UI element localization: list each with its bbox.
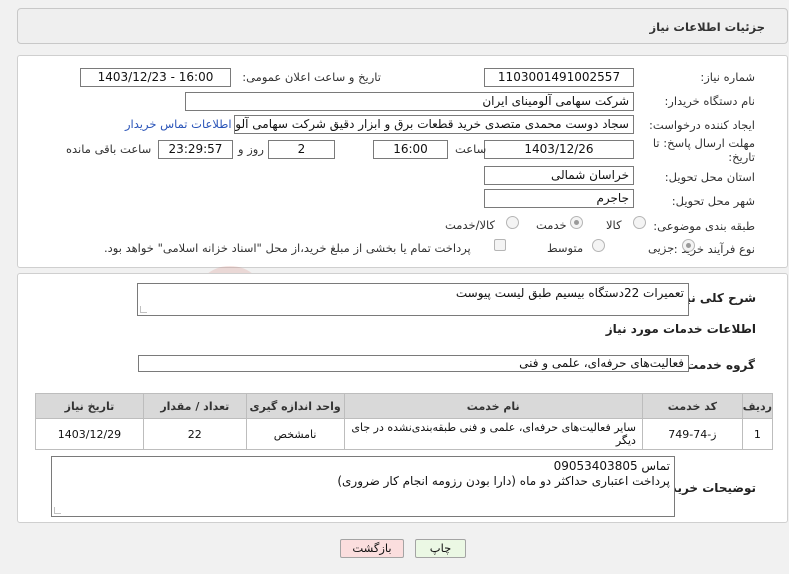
col-header-date: تاریخ نیاز <box>35 393 144 419</box>
service-group-field[interactable]: فعالیت‌های حرفه‌ای، علمی و فنی <box>138 355 689 372</box>
creator-field[interactable]: سجاد دوست محمدی متصدی خرید قطعات برق و ا… <box>234 115 634 134</box>
services-section-title: اطلاعات خدمات مورد نیاز <box>605 322 756 336</box>
col-header-code: کد خدمت <box>641 393 743 419</box>
col-header-unit: واحد اندازه گیری <box>245 393 345 419</box>
deadline-time-label: ساعت <box>455 142 487 156</box>
category-label: طبقه بندی موضوعی: <box>653 219 755 233</box>
deadline-time-field[interactable]: 16:00 <box>373 140 448 159</box>
announce-date-field[interactable]: 1403/12/23 - 16:00 <box>80 68 231 87</box>
need-number-field[interactable]: 1103001491002557 <box>484 68 634 87</box>
creator-label: ایجاد کننده درخواست: <box>649 118 755 132</box>
treasury-checkbox[interactable] <box>494 239 506 251</box>
table-row: 1 ز-74-749 سایر فعالیت‌های حرفه‌ای، علمی… <box>35 418 774 450</box>
cell-unit: نامشخص <box>245 418 345 450</box>
category-option-goods-service: کالا/خدمت <box>445 218 496 232</box>
process-radio-minor[interactable] <box>682 239 695 252</box>
buyer-notes-line2: پرداخت اعتباری حداکثر دو ماه (دارا بودن … <box>337 474 670 488</box>
services-table: ردیف کد خدمت نام خدمت واحد اندازه گیری ت… <box>35 393 774 450</box>
deadline-date-field[interactable]: 1403/12/26 <box>484 140 634 159</box>
days-label: روز و <box>238 142 264 156</box>
service-group-label: گروه خدمت: <box>681 358 755 372</box>
buyer-notes-textarea[interactable]: تماس 09053403805 پرداخت اعتباری حداکثر د… <box>51 456 675 517</box>
cell-service-code: ز-74-749 <box>641 418 743 450</box>
deadline-label-date: تاریخ: <box>728 150 755 164</box>
deadline-label: مهلت ارسال پاسخ: تا <box>652 136 755 150</box>
buyer-field[interactable]: شرکت سهامی آلومینای ایران <box>185 92 634 111</box>
buyer-label: نام دستگاه خریدار: <box>664 94 755 108</box>
buyer-notes-line1: تماس 09053403805 <box>553 459 670 473</box>
cell-service-name: سایر فعالیت‌های حرفه‌ای، علمی و فنی طبقه… <box>343 418 643 450</box>
process-radio-medium[interactable] <box>592 239 605 252</box>
province-label: استان محل تحویل: <box>664 170 755 184</box>
treasury-note: پرداخت تمام یا بخشی از مبلغ خرید،از محل … <box>104 241 471 255</box>
page-title: جزئیات اطلاعات نیاز <box>649 20 765 34</box>
remaining-time-field[interactable]: 23:29:57 <box>158 140 233 159</box>
remaining-label: ساعت باقی مانده <box>66 142 152 156</box>
city-label: شهر محل تحویل: <box>671 194 755 208</box>
summary-text: تعمیرات 22دستگاه بیسیم طبق لیست پیوست <box>455 286 684 300</box>
col-header-row: ردیف <box>741 393 774 419</box>
buyer-contact-link[interactable]: اطلاعات تماس خریدار <box>125 117 232 131</box>
back-button[interactable]: بازگشت <box>340 539 404 558</box>
cell-need-date: 1403/12/29 <box>35 418 144 450</box>
announce-label: تاریخ و ساعت اعلان عمومی: <box>242 70 381 84</box>
city-field[interactable]: جاجرم <box>484 189 634 208</box>
category-radio-goods-service[interactable] <box>506 216 519 229</box>
col-header-quantity: تعداد / مقدار <box>142 393 247 419</box>
summary-textarea[interactable]: تعمیرات 22دستگاه بیسیم طبق لیست پیوست <box>137 283 689 316</box>
col-header-name: نام خدمت <box>343 393 643 419</box>
category-radio-service[interactable] <box>570 216 583 229</box>
page-header: جزئیات اطلاعات نیاز <box>17 8 788 44</box>
cell-row-number: 1 <box>741 418 774 450</box>
category-radio-goods[interactable] <box>633 216 646 229</box>
province-field[interactable]: خراسان شمالی <box>484 166 634 185</box>
category-option-goods: کالا <box>606 218 622 232</box>
resize-grip-icon[interactable] <box>54 507 61 514</box>
table-header-row: ردیف کد خدمت نام خدمت واحد اندازه گیری ت… <box>35 393 774 419</box>
resize-grip-icon[interactable] <box>140 306 147 313</box>
days-field[interactable]: 2 <box>268 140 335 159</box>
cell-quantity: 22 <box>142 418 247 450</box>
print-button[interactable]: چاپ <box>415 539 466 558</box>
process-option-medium: متوسط <box>547 241 584 255</box>
need-number-label: شماره نیاز: <box>700 70 755 84</box>
process-option-minor: جزیی <box>648 241 675 255</box>
category-option-service: خدمت <box>536 218 567 232</box>
